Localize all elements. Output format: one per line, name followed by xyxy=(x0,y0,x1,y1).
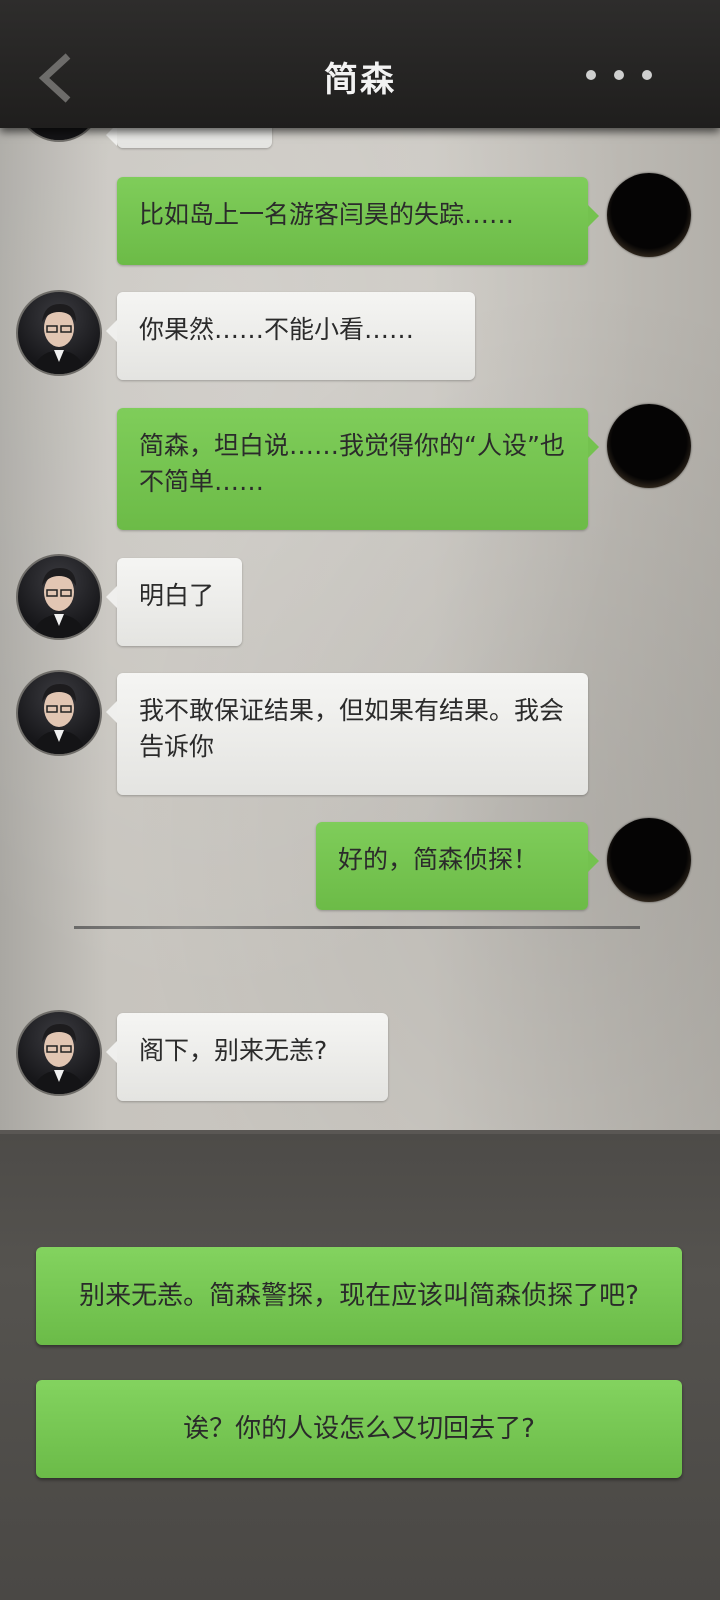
message-text: 明白了 xyxy=(139,581,215,610)
message-text: 简森，坦白说……我觉得你的“人设”也不简单…… xyxy=(139,431,565,496)
avatar-player[interactable] xyxy=(607,404,691,488)
jiansen-portrait xyxy=(32,684,86,754)
jiansen-portrait xyxy=(32,126,86,140)
message-text: 比如岛上一名游客闫昊的失踪…… xyxy=(139,200,515,229)
more-dot xyxy=(642,70,652,80)
message-text: 我不敢保证结果，但如果有结果。我会告诉你 xyxy=(139,696,565,761)
message-bubble: 阁下，别来无恙? xyxy=(106,1013,388,1101)
avatar-jiansen[interactable] xyxy=(16,126,102,142)
more-button[interactable] xyxy=(586,70,652,80)
jiansen-portrait xyxy=(32,1024,86,1094)
reply-choice-1[interactable]: 别来无恙。简森警探，现在应该叫简森侦探了吧? xyxy=(36,1247,682,1345)
message-text: 阁下，别来无恙? xyxy=(139,1036,328,1065)
reply-choice-text: 诶？你的人设怎么又切回去了? xyxy=(183,1414,535,1444)
reply-choice-2[interactable]: 诶？你的人设怎么又切回去了? xyxy=(36,1380,682,1478)
message-bubble: 明白了 xyxy=(106,558,242,646)
more-dot xyxy=(614,70,624,80)
message-text: 好的，简森侦探！ xyxy=(338,845,539,874)
avatar-jiansen[interactable] xyxy=(16,670,102,756)
avatar-jiansen[interactable] xyxy=(16,1010,102,1096)
message-text: 你果然……不能小看…… xyxy=(139,315,415,344)
message-bubble: 我不敢保证结果，但如果有结果。我会告诉你 xyxy=(106,673,588,795)
message-bubble: 你果然……不能小看…… xyxy=(106,292,475,380)
jiansen-portrait xyxy=(32,304,86,374)
avatar-jiansen[interactable] xyxy=(16,290,102,376)
message-bubble: 好的，简森侦探！ xyxy=(316,822,599,910)
avatar-player[interactable] xyxy=(607,818,691,902)
chat-header: 简森 xyxy=(0,0,720,128)
more-dot xyxy=(586,70,596,80)
message-bubble: 简森，坦白说……我觉得你的“人设”也不简单…… xyxy=(117,408,599,530)
avatar-player[interactable] xyxy=(607,173,691,257)
chat-history[interactable]: 比如岛上一名游客闫昊的失踪…… 你果然……不能小看…… 简森，坦白说……我觉得你… xyxy=(0,126,720,1134)
reply-choice-text: 别来无恙。简森警探，现在应该叫简森侦探了吧? xyxy=(79,1281,639,1311)
message-bubble xyxy=(106,126,272,148)
message-bubble: 比如岛上一名游客闫昊的失踪…… xyxy=(117,177,599,265)
avatar-jiansen[interactable] xyxy=(16,554,102,640)
reply-panel: 别来无恙。简森警探，现在应该叫简森侦探了吧? 诶？你的人设怎么又切回去了? xyxy=(0,1134,720,1600)
history-divider xyxy=(74,926,640,929)
jiansen-portrait xyxy=(32,568,86,638)
